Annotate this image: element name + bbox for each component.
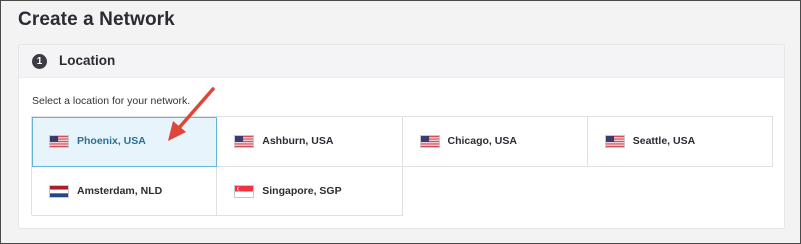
- panel-header: 1 Location: [19, 45, 784, 78]
- window-frame: Create a Network 1 Location Select a loc…: [0, 0, 801, 244]
- section-title: Location: [59, 53, 116, 68]
- us-flag-icon: [234, 135, 255, 148]
- location-panel: 1 Location Select a location for your ne…: [18, 44, 785, 229]
- location-option-singapore[interactable]: Singapore, SGP: [217, 167, 403, 216]
- location-label: Ashburn, USA: [262, 135, 334, 147]
- us-flag-icon: [604, 135, 625, 148]
- location-option-amsterdam[interactable]: Amsterdam, NLD: [32, 167, 218, 216]
- empty-grid-cell: [402, 167, 588, 216]
- sg-flag-icon: [234, 185, 255, 198]
- location-label: Chicago, USA: [447, 135, 517, 147]
- location-label: Phoenix, USA: [77, 135, 146, 147]
- location-option-seattle[interactable]: Seattle, USA: [587, 117, 773, 167]
- location-label: Singapore, SGP: [262, 185, 342, 197]
- nl-flag-icon: [49, 185, 69, 198]
- location-label: Amsterdam, NLD: [77, 185, 163, 197]
- location-option-phoenix[interactable]: Phoenix, USA: [32, 117, 218, 167]
- us-flag-icon: [49, 135, 69, 148]
- empty-grid-cell: [587, 167, 773, 216]
- instruction-text: Select a location for your network.: [32, 95, 191, 107]
- location-option-chicago[interactable]: Chicago, USA: [402, 117, 588, 167]
- location-label: Seattle, USA: [632, 135, 696, 147]
- location-grid: Phoenix, USA Ashburn, USA Chicago, USA S…: [31, 116, 773, 216]
- us-flag-icon: [419, 135, 440, 148]
- page-title: Create a Network: [18, 9, 175, 30]
- location-option-ashburn[interactable]: Ashburn, USA: [217, 117, 403, 167]
- step-number-badge: 1: [32, 54, 47, 69]
